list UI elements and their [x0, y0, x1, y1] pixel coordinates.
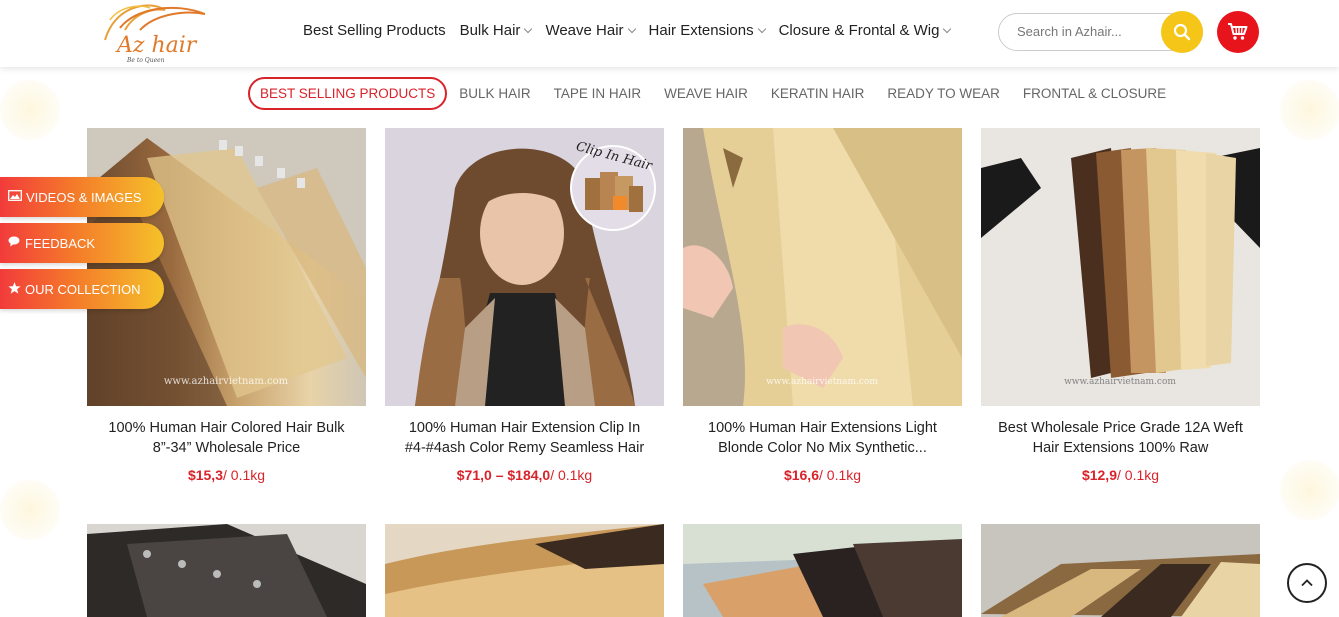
category-tabs: BEST SELLING PRODUCTS BULK HAIR TAPE IN …	[248, 77, 1189, 110]
product-title[interactable]: 100% Human Hair Colored Hair Bulk 8”-34”…	[87, 418, 366, 458]
back-to-top-button[interactable]	[1287, 563, 1327, 603]
side-button-label: VIDEOS & IMAGES	[26, 189, 142, 205]
product-card[interactable]: www.azhairvietnam.com 100% Human Hair Ex…	[683, 128, 962, 483]
feedback-button[interactable]: FEEDBACK	[0, 223, 164, 263]
background-decoration	[1280, 80, 1339, 140]
product-image[interactable]: www.azhairvietnam.com	[87, 128, 366, 406]
product-price: $12,9/ 0.1kg	[981, 467, 1260, 483]
nav-best-selling[interactable]: Best Selling Products	[303, 22, 446, 39]
logo[interactable]: Az hair Be to Queen	[95, 0, 210, 66]
price-amount: $16,6	[783, 467, 819, 483]
tab-ready-to-wear[interactable]: READY TO WEAR	[887, 86, 1000, 101]
product-image[interactable]: Clip In Hair	[385, 128, 664, 406]
product-card[interactable]: www.azhairvietnam.com Best Wholesale Pri…	[981, 128, 1260, 483]
nav-label: Weave Hair	[545, 22, 624, 39]
logo-text: Az hair	[115, 33, 198, 58]
background-decoration	[0, 80, 60, 140]
chevron-down-icon	[524, 24, 533, 33]
price-amount: $12,9	[1081, 467, 1117, 483]
background-decoration	[0, 480, 60, 540]
product-title[interactable]: Best Wholesale Price Grade 12A Weft Hair…	[981, 418, 1260, 458]
search-button[interactable]	[1161, 11, 1203, 53]
watermark: www.azhairvietnam.com	[766, 377, 878, 387]
product-title[interactable]: 100% Human Hair Extensions Light Blonde …	[683, 418, 962, 458]
nav-weave-hair[interactable]: Weave Hair	[545, 22, 636, 39]
logo-tagline: Be to Queen	[126, 57, 165, 64]
chevron-down-icon	[757, 24, 766, 33]
tab-best-selling-products[interactable]: BEST SELLING PRODUCTS	[248, 77, 448, 110]
tab-tape-in-hair[interactable]: TAPE IN HAIR	[554, 86, 642, 101]
nav-label: Best Selling Products	[303, 22, 446, 39]
cart-button[interactable]	[1217, 11, 1259, 53]
nav-hair-extensions[interactable]: Hair Extensions	[648, 22, 766, 39]
product-image[interactable]: www.azhairvietnam.com	[683, 128, 962, 406]
chevron-up-icon	[1301, 579, 1313, 587]
side-button-label: OUR COLLECTION	[25, 281, 141, 297]
price-unit: / 0.1kg	[819, 467, 862, 483]
watermark: www.azhairvietnam.com	[164, 376, 289, 387]
tab-weave-hair[interactable]: WEAVE HAIR	[664, 86, 748, 101]
chevron-down-icon	[943, 24, 952, 33]
comments-icon	[8, 236, 21, 250]
background-decoration	[1280, 460, 1339, 520]
image-icon	[8, 190, 22, 204]
chevron-down-icon	[627, 24, 636, 33]
our-collection-button[interactable]: OUR COLLECTION	[0, 269, 164, 309]
product-price: $71,0 – $184,0/ 0.1kg	[385, 467, 664, 483]
nav-label: Hair Extensions	[648, 22, 754, 39]
nav-bulk-hair[interactable]: Bulk Hair	[459, 22, 533, 39]
nav-closure-frontal-wig[interactable]: Closure & Frontal & Wig	[778, 22, 952, 39]
videos-images-button[interactable]: VIDEOS & IMAGES	[0, 177, 164, 217]
nav-label: Closure & Frontal & Wig	[778, 22, 940, 39]
watermark: www.azhairvietnam.com	[1064, 377, 1176, 387]
star-icon	[8, 281, 21, 297]
price-amount: $71,0 – $184,0	[456, 467, 551, 483]
price-unit: / 0.1kg	[1117, 467, 1160, 483]
tab-keratin-hair[interactable]: KERATIN HAIR	[771, 86, 865, 101]
nav-label: Bulk Hair	[459, 22, 521, 39]
cart-icon	[1228, 23, 1248, 40]
price-unit: / 0.1kg	[550, 467, 593, 483]
side-button-label: FEEDBACK	[25, 235, 96, 251]
tab-frontal-closure[interactable]: FRONTAL & CLOSURE	[1023, 86, 1166, 101]
tab-bulk-hair[interactable]: BULK HAIR	[459, 86, 530, 101]
main-nav: Best Selling Products Bulk Hair Weave Ha…	[303, 22, 964, 39]
product-price: $15,3/ 0.1kg	[87, 467, 366, 483]
search-icon	[1173, 23, 1191, 41]
product-image[interactable]	[87, 524, 366, 617]
search-input[interactable]	[1017, 24, 1147, 39]
site-header: Az hair Be to Queen Best Selling Product…	[0, 0, 1339, 67]
product-price: $16,6/ 0.1kg	[683, 467, 962, 483]
product-image[interactable]: www.azhairvietnam.com	[981, 128, 1260, 406]
product-image[interactable]	[981, 524, 1260, 617]
product-image[interactable]	[683, 524, 962, 617]
price-amount: $15,3	[187, 467, 223, 483]
product-image[interactable]	[385, 524, 664, 617]
product-title[interactable]: 100% Human Hair Extension Clip In #4-#4a…	[385, 418, 664, 458]
product-card[interactable]: Clip In Hair 100% Human Hair Extension C…	[385, 128, 664, 483]
price-unit: / 0.1kg	[223, 467, 266, 483]
